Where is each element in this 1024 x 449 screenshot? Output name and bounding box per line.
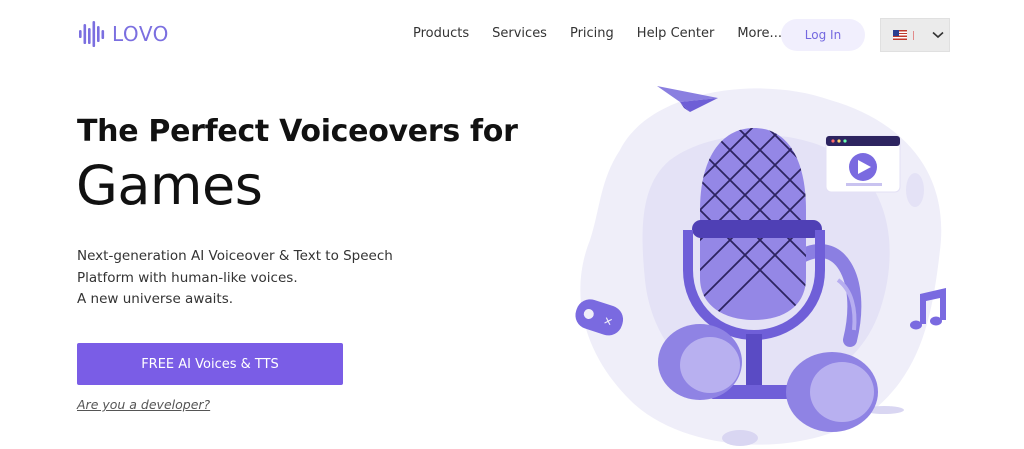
floor-shadow (722, 430, 758, 446)
nav-item-products[interactable]: Products (413, 26, 469, 41)
hero-description-line: A new universe awaits. (77, 291, 234, 307)
free-ai-voices-button[interactable]: FREE AI Voices & TTS (77, 343, 343, 385)
language-selector[interactable] (880, 18, 950, 52)
background-ellipse (906, 173, 924, 207)
nav-item-help-center[interactable]: Help Center (637, 26, 715, 41)
hero-description-line: Next-generation AI Voiceover & Text to S… (77, 248, 393, 264)
nav-item-more[interactable]: More... (737, 26, 782, 41)
hero-title-line2: Games (76, 154, 263, 217)
landing-page: LOVO Products Services Pricing Help Cent… (0, 0, 1024, 449)
logo[interactable]: LOVO (79, 20, 169, 48)
flag-divider (913, 30, 914, 40)
video-play-icon (825, 135, 901, 193)
chevron-down-icon (932, 31, 944, 39)
nav-item-pricing[interactable]: Pricing (570, 26, 614, 41)
hero-title-line1: The Perfect Voiceovers for (77, 114, 518, 149)
us-flag-icon (893, 30, 907, 40)
hero-description-line: Platform with human-like voices. (77, 269, 298, 286)
developer-link[interactable]: Are you a developer? (77, 397, 210, 412)
nav-item-services[interactable]: Services (492, 26, 547, 41)
logo-text: LOVO (112, 22, 169, 46)
hero-description: Next-generation AI Voiceover & Text to S… (77, 246, 393, 311)
soundwave-logo-icon (79, 21, 105, 47)
login-button[interactable]: Log In (781, 19, 865, 51)
main-nav: Products Services Pricing Help Center Mo… (413, 26, 782, 41)
hero-illustration: ✕ (575, 86, 946, 446)
